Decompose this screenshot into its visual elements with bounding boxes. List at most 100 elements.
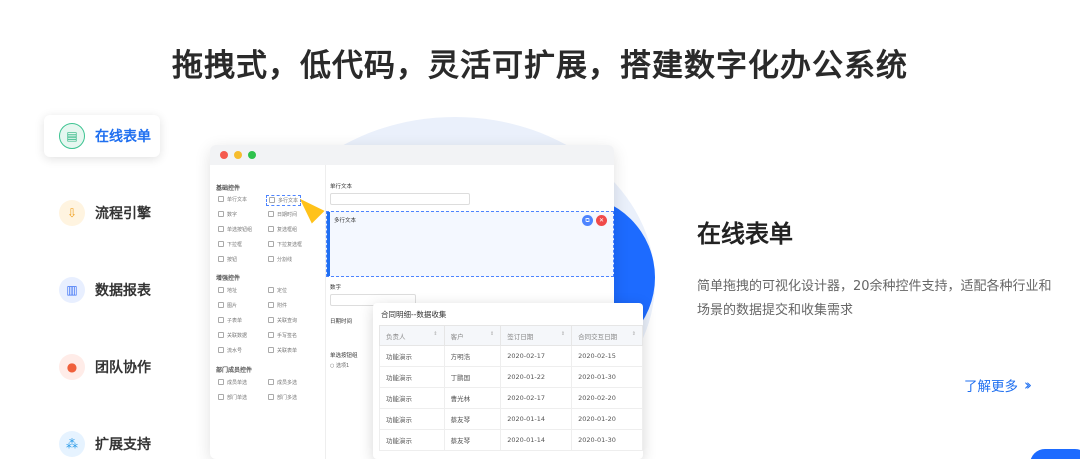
control-item[interactable]: 定位 (268, 287, 287, 294)
control-item[interactable]: 单行文本 (218, 196, 247, 203)
field-label: 单选按钮组 (330, 353, 358, 359)
control-item[interactable]: 地址 (218, 287, 237, 294)
control-item[interactable]: 下拉框 (218, 241, 242, 248)
sort-icon: ⇕ (490, 330, 495, 337)
team-icon: ● (59, 354, 85, 380)
control-item[interactable]: 分割线 (268, 256, 292, 263)
table-cell: 2020-01-14 (500, 408, 573, 430)
field-label: 单行文本 (330, 184, 353, 190)
close-dot (220, 151, 228, 159)
table-header-row: 负责人 ⇕ 客户 ⇕ 签订日期 ⇕ 合同交互日期 ⇕ (379, 325, 643, 346)
table-cell: 2020-01-30 (571, 366, 643, 388)
control-item[interactable]: 子表单 (218, 317, 242, 324)
delete-icon[interactable]: ✕ (596, 215, 607, 226)
control-item[interactable]: 关联查询 (268, 317, 297, 324)
maximize-dot (248, 151, 256, 159)
table-cell: 功能演示 (379, 387, 445, 409)
control-item[interactable]: 成员单选 (218, 379, 247, 386)
group-enhanced: 增强控件 (216, 275, 241, 282)
sort-icon: ⇕ (631, 330, 636, 337)
table-cell: 功能演示 (379, 408, 445, 430)
table-cell: 2020-02-17 (500, 387, 573, 409)
control-item[interactable]: 数字 (218, 211, 237, 218)
sort-icon: ⇕ (560, 330, 566, 337)
group-members: 部门成员控件 (216, 367, 253, 374)
table-row[interactable]: 功能演示 丁鹏国 2020-01-22 2020-01-30 (379, 366, 643, 388)
radio-option[interactable]: ○ 选项1 (330, 362, 349, 369)
contract-table: 负责人 ⇕ 客户 ⇕ 签订日期 ⇕ 合同交互日期 ⇕ 功能演示 方明浩 2020-02-… (379, 325, 643, 451)
table-row[interactable]: 功能演示 方明浩 2020-02-17 2020-02-15 (379, 345, 643, 367)
control-item[interactable]: 复选框组 (268, 226, 297, 233)
table-cell: 蔡友琴 (443, 408, 502, 430)
feature-description: 简单拖拽的可视化设计器，20余种控件支持，适配各种行业和场景的数据提交和收集需求 (697, 279, 1052, 318)
column-header[interactable]: 负责人 ⇕ (379, 325, 445, 346)
sidebar-item-extension[interactable]: ⁂ 扩展支持 (44, 423, 160, 459)
table-cell: 2020-01-30 (571, 429, 643, 451)
window-titlebar (210, 145, 614, 165)
feature-title: 在线表单 (697, 220, 793, 248)
control-item[interactable]: 附件 (268, 302, 287, 309)
control-item[interactable]: 下拉复选框 (268, 241, 302, 248)
form-icon: ▤ (59, 123, 85, 149)
control-item[interactable]: 关联数据 (218, 332, 247, 339)
report-icon: ▥ (59, 277, 85, 303)
sort-icon: ⇕ (433, 330, 438, 337)
column-header[interactable]: 客户 ⇕ (443, 325, 502, 346)
control-item[interactable]: 单选按钮组 (218, 226, 252, 233)
table-cell: 功能演示 (379, 345, 445, 367)
control-item[interactable]: 按钮 (218, 256, 237, 263)
control-item[interactable]: 成员多选 (268, 379, 297, 386)
learn-more-link[interactable]: 了解更多 ›› (964, 375, 1032, 395)
control-item[interactable]: 日期时间 (268, 211, 297, 218)
table-title: 合同明细--数据收集 (381, 310, 447, 319)
single-line-input[interactable] (330, 193, 470, 205)
table-cell: 方明浩 (443, 345, 502, 367)
table-cell: 2020-02-20 (571, 387, 643, 409)
extension-icon: ⁂ (59, 431, 85, 457)
table-cell: 2020-02-15 (571, 345, 643, 367)
column-header[interactable]: 签订日期 ⇕ (500, 325, 573, 346)
learn-more-label: 了解更多 (964, 379, 1018, 395)
control-item[interactable]: 关联表单 (268, 347, 297, 354)
selected-field[interactable]: 多行文本 ⧉ ✕ (326, 211, 614, 277)
control-item[interactable]: 部门多选 (268, 394, 297, 401)
sidebar-item-label: 在线表单 (95, 129, 151, 145)
table-row[interactable]: 功能演示 曹光林 2020-02-17 2020-02-20 (379, 387, 643, 409)
field-label: 数字 (330, 285, 342, 291)
table-row[interactable]: 功能演示 蔡友琴 2020-01-14 2020-01-30 (379, 429, 643, 451)
table-cell: 2020-01-22 (500, 366, 573, 388)
control-item[interactable]: 手写签名 (268, 332, 297, 339)
page-headline: 拖拽式，低代码，灵活可扩展，搭建数字化办公系统 (172, 48, 908, 84)
table-cell: 功能演示 (379, 366, 445, 388)
data-table-card: 合同明细--数据收集 负责人 ⇕ 客户 ⇕ 签订日期 ⇕ 合同交互日期 ⇕ 功能演示 方… (373, 303, 643, 459)
field-label: 日期时间 (330, 319, 353, 325)
sidebar-item-flow-engine[interactable]: ⇩ 流程引擎 (44, 192, 160, 234)
sidebar-item-label: 流程引擎 (95, 206, 151, 222)
table-row[interactable]: 功能演示 蔡友琴 2020-01-14 2020-01-20 (379, 408, 643, 430)
floating-action-button[interactable] (1030, 449, 1080, 459)
table-cell: 功能演示 (379, 429, 445, 451)
sidebar-item-team[interactable]: ● 团队协作 (44, 346, 160, 388)
control-item[interactable]: 部门单选 (218, 394, 247, 401)
sidebar-item-label: 扩展支持 (95, 437, 151, 453)
sidebar-item-label: 团队协作 (95, 360, 151, 376)
sidebar-item-online-form[interactable]: ▤ 在线表单 (44, 115, 160, 157)
column-header[interactable]: 合同交互日期 ⇕ (571, 325, 643, 346)
copy-icon[interactable]: ⧉ (582, 215, 593, 226)
table-cell: 2020-02-17 (500, 345, 573, 367)
table-cell: 蔡友琴 (443, 429, 502, 451)
flow-icon: ⇩ (59, 200, 85, 226)
sidebar-item-label: 数据报表 (95, 283, 151, 299)
control-item[interactable]: 图片 (218, 302, 237, 309)
double-chevron-right-icon: ›› (1024, 376, 1032, 394)
table-cell: 丁鹏国 (443, 366, 502, 388)
field-label: 多行文本 (334, 218, 357, 224)
sidebar-item-data-report[interactable]: ▥ 数据报表 (44, 269, 160, 311)
control-item[interactable]: 流水号 (218, 347, 242, 354)
table-cell: 曹光林 (443, 387, 502, 409)
table-cell: 2020-01-14 (500, 429, 573, 451)
minimize-dot (234, 151, 242, 159)
selection-bar (327, 212, 330, 276)
group-basic: 基础控件 (216, 185, 241, 192)
table-cell: 2020-01-20 (571, 408, 643, 430)
